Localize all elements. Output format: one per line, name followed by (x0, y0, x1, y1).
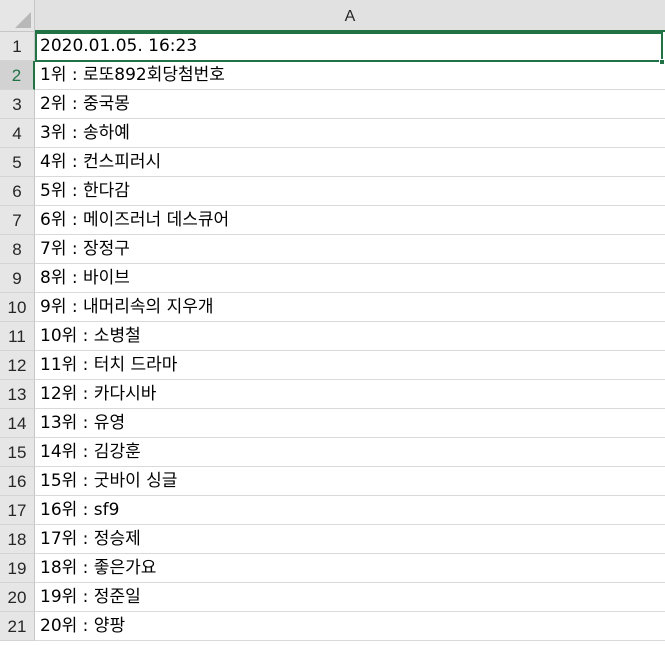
cell-a21[interactable]: 20위 : 양팡 (35, 612, 665, 641)
row-header-12[interactable]: 12 (0, 351, 35, 380)
row-header-17[interactable]: 17 (0, 496, 35, 525)
cell-a8[interactable]: 7위 : 장정구 (35, 235, 665, 264)
cell-a9[interactable]: 8위 : 바이브 (35, 264, 665, 293)
row-header-13[interactable]: 13 (0, 380, 35, 409)
cell-a6[interactable]: 5위 : 한다감 (35, 177, 665, 206)
row-header-9[interactable]: 9 (0, 264, 35, 293)
select-all-corner[interactable] (0, 0, 35, 32)
column-header-a[interactable]: A (35, 0, 665, 32)
fill-handle[interactable] (659, 59, 665, 65)
cell-a16[interactable]: 15위 : 굿바이 싱글 (35, 467, 665, 496)
row-header-3[interactable]: 3 (0, 90, 35, 119)
row-header-5[interactable]: 5 (0, 148, 35, 177)
cell-a12[interactable]: 11위 : 터치 드라마 (35, 351, 665, 380)
row-header-21[interactable]: 21 (0, 612, 35, 641)
cell-a5[interactable]: 4위 : 컨스피러시 (35, 148, 665, 177)
row-header-6[interactable]: 6 (0, 177, 35, 206)
row-header-14[interactable]: 14 (0, 409, 35, 438)
cell-a19[interactable]: 18위 : 좋은가요 (35, 554, 665, 583)
row-header-2[interactable]: 2 (0, 61, 35, 90)
row-header-7[interactable]: 7 (0, 206, 35, 235)
row-header-1[interactable]: 1 (0, 32, 35, 61)
cell-a1[interactable]: 2020.01.05. 16:23 (35, 32, 665, 61)
cell-a17[interactable]: 16위 : sf9 (35, 496, 665, 525)
cell-a2[interactable]: 1위 : 로또892회당첨번호 (35, 61, 665, 90)
row-header-11[interactable]: 11 (0, 322, 35, 351)
row-header-8[interactable]: 8 (0, 235, 35, 264)
row-header-4[interactable]: 4 (0, 119, 35, 148)
spreadsheet-grid: A 1 2020.01.05. 16:23 2 1위 : 로또892회당첨번호 … (0, 0, 665, 645)
row-header-10[interactable]: 10 (0, 293, 35, 322)
row-header-15[interactable]: 15 (0, 438, 35, 467)
cell-a4[interactable]: 3위 : 송하예 (35, 119, 665, 148)
cell-a10[interactable]: 9위 : 내머리속의 지우개 (35, 293, 665, 322)
cell-a18[interactable]: 17위 : 정승제 (35, 525, 665, 554)
cell-a7[interactable]: 6위 : 메이즈러너 데스큐어 (35, 206, 665, 235)
row-header-19[interactable]: 19 (0, 554, 35, 583)
row-header-20[interactable]: 20 (0, 583, 35, 612)
row-header-18[interactable]: 18 (0, 525, 35, 554)
cell-a11[interactable]: 10위 : 소병철 (35, 322, 665, 351)
cell-a14[interactable]: 13위 : 유영 (35, 409, 665, 438)
cell-a20[interactable]: 19위 : 정준일 (35, 583, 665, 612)
cell-a13[interactable]: 12위 : 카다시바 (35, 380, 665, 409)
row-header-16[interactable]: 16 (0, 467, 35, 496)
select-all-triangle-icon (15, 12, 31, 28)
cell-a3[interactable]: 2위 : 중국몽 (35, 90, 665, 119)
cell-a15[interactable]: 14위 : 김강훈 (35, 438, 665, 467)
